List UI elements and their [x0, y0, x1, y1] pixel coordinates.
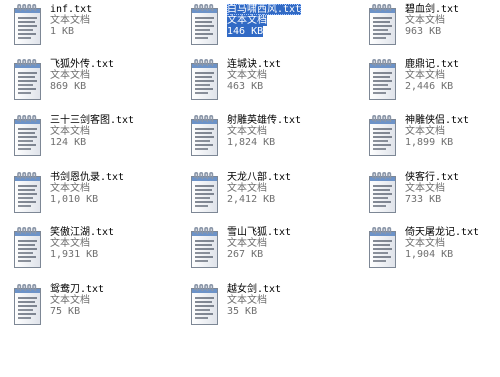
file-name: 碧血剑.txt: [405, 4, 460, 15]
file-name: inf.txt: [50, 4, 93, 15]
text-file-icon: [366, 58, 400, 102]
text-file-icon: [188, 3, 222, 47]
file-item-7[interactable]: 射雕英雄传.txt 文本文档 1,824 KB: [182, 111, 350, 163]
file-size: 146 KB: [227, 26, 264, 37]
file-name: 天龙八部.txt: [227, 172, 292, 183]
file-item-9[interactable]: 书剑恩仇录.txt 文本文档 1,010 KB: [5, 168, 173, 220]
text-file-icon: [188, 171, 222, 215]
text-file-icon: [366, 171, 400, 215]
file-item-13[interactable]: 雪山飞狐.txt 文本文档 267 KB: [182, 223, 350, 275]
file-size: 75 KB: [50, 306, 81, 317]
file-size: 463 KB: [227, 81, 264, 92]
file-item-11[interactable]: 侠客行.txt 文本文档 733 KB: [360, 168, 500, 220]
file-type: 文本文档: [227, 15, 267, 26]
file-type: 文本文档: [227, 295, 267, 306]
file-name: 连城诀.txt: [227, 59, 282, 70]
file-size: 733 KB: [405, 194, 442, 205]
file-name: 越女剑.txt: [227, 284, 282, 295]
text-file-icon: [188, 226, 222, 270]
file-size: 1,010 KB: [50, 194, 99, 205]
file-type: 文本文档: [50, 238, 90, 249]
text-file-icon: [366, 114, 400, 158]
file-type: 文本文档: [405, 126, 445, 137]
file-type: 文本文档: [227, 126, 267, 137]
text-file-icon: [11, 171, 45, 215]
file-type: 文本文档: [227, 238, 267, 249]
file-item-0[interactable]: inf.txt 文本文档 1 KB: [5, 0, 173, 52]
file-item-15[interactable]: 鸳鸯刀.txt 文本文档 75 KB: [5, 280, 173, 332]
file-size: 1,899 KB: [405, 137, 454, 148]
file-name: 白马啸西风.txt: [227, 4, 302, 15]
file-type: 文本文档: [405, 238, 445, 249]
file-type: 文本文档: [50, 295, 90, 306]
file-name: 侠客行.txt: [405, 172, 460, 183]
text-file-icon: [188, 283, 222, 327]
file-type: 文本文档: [50, 183, 90, 194]
file-name: 书剑恩仇录.txt: [50, 172, 125, 183]
file-size: 1,931 KB: [50, 249, 99, 260]
text-file-icon: [188, 58, 222, 102]
file-name: 神雕侠侣.txt: [405, 115, 470, 126]
text-file-icon: [11, 114, 45, 158]
text-file-icon: [11, 3, 45, 47]
file-size: 1,824 KB: [227, 137, 276, 148]
file-size: 1,904 KB: [405, 249, 454, 260]
file-item-4[interactable]: 连城诀.txt 文本文档 463 KB: [182, 55, 350, 107]
file-size: 1 KB: [50, 26, 75, 37]
file-size: 124 KB: [50, 137, 87, 148]
text-file-icon: [366, 3, 400, 47]
file-type: 文本文档: [50, 126, 90, 137]
text-file-icon: [11, 283, 45, 327]
file-type: 文本文档: [227, 183, 267, 194]
file-name: 倚天屠龙记.txt: [405, 227, 480, 238]
file-item-10[interactable]: 天龙八部.txt 文本文档 2,412 KB: [182, 168, 350, 220]
file-type: 文本文档: [50, 15, 90, 26]
file-name: 笑傲江湖.txt: [50, 227, 115, 238]
file-item-3[interactable]: 飞狐外传.txt 文本文档 869 KB: [5, 55, 173, 107]
file-size: 2,446 KB: [405, 81, 454, 92]
file-name: 飞狐外传.txt: [50, 59, 115, 70]
file-item-5[interactable]: 鹿鼎记.txt 文本文档 2,446 KB: [360, 55, 500, 107]
file-size: 869 KB: [50, 81, 87, 92]
file-type: 文本文档: [50, 70, 90, 81]
text-file-icon: [11, 58, 45, 102]
file-name: 雪山飞狐.txt: [227, 227, 292, 238]
file-type: 文本文档: [227, 70, 267, 81]
file-item-2[interactable]: 碧血剑.txt 文本文档 963 KB: [360, 0, 500, 52]
file-name: 射雕英雄传.txt: [227, 115, 302, 126]
file-item-8[interactable]: 神雕侠侣.txt 文本文档 1,899 KB: [360, 111, 500, 163]
text-file-icon: [188, 114, 222, 158]
file-name: 三十三剑客图.txt: [50, 115, 135, 126]
file-item-14[interactable]: 倚天屠龙记.txt 文本文档 1,904 KB: [360, 223, 500, 275]
file-name: 鹿鼎记.txt: [405, 59, 460, 70]
file-size: 2,412 KB: [227, 194, 276, 205]
file-size: 963 KB: [405, 26, 442, 37]
file-size: 35 KB: [227, 306, 258, 317]
text-file-icon: [366, 226, 400, 270]
text-file-icon: [11, 226, 45, 270]
file-type: 文本文档: [405, 70, 445, 81]
file-list-view[interactable]: inf.txt 文本文档 1 KB 白马啸西风.txt 文本文档 146 KB …: [0, 0, 500, 377]
file-name: 鸳鸯刀.txt: [50, 284, 105, 295]
file-item-16[interactable]: 越女剑.txt 文本文档 35 KB: [182, 280, 350, 332]
file-item-12[interactable]: 笑傲江湖.txt 文本文档 1,931 KB: [5, 223, 173, 275]
file-type: 文本文档: [405, 15, 445, 26]
file-item-6[interactable]: 三十三剑客图.txt 文本文档 124 KB: [5, 111, 173, 163]
file-type: 文本文档: [405, 183, 445, 194]
file-size: 267 KB: [227, 249, 264, 260]
file-item-1[interactable]: 白马啸西风.txt 文本文档 146 KB: [182, 0, 350, 52]
